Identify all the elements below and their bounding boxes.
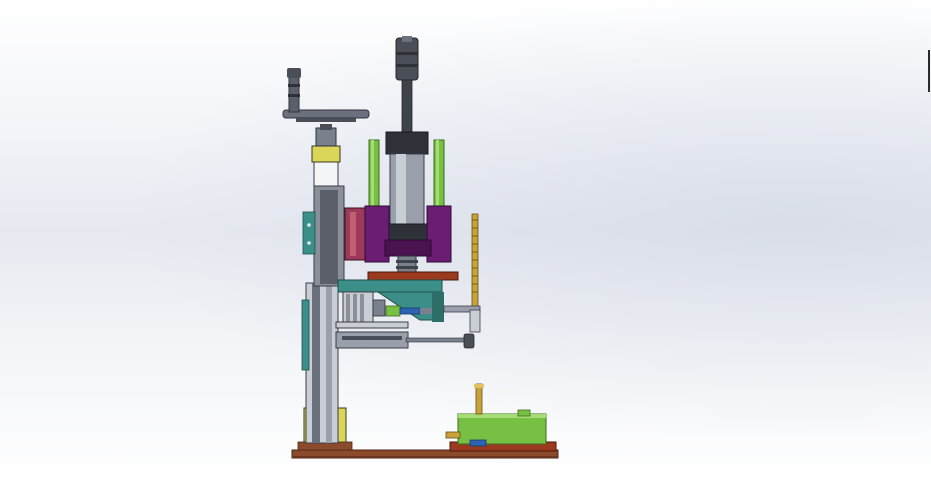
cad-viewport[interactable] — [0, 0, 931, 482]
side-motor[interactable] — [342, 291, 386, 325]
upper-column[interactable] — [302, 159, 345, 287]
vertical-linear-guide[interactable] — [301, 282, 339, 444]
rod-coupling[interactable] — [396, 255, 418, 273]
press-plate[interactable] — [367, 271, 459, 281]
column-collar[interactable] — [311, 124, 341, 163]
fixture-pin[interactable] — [474, 383, 484, 415]
lower-slide-bar[interactable] — [335, 321, 475, 349]
hand-wheel[interactable] — [282, 68, 370, 122]
press-machine-assembly[interactable] — [0, 0, 931, 482]
fixture-box[interactable] — [445, 409, 547, 447]
pneumatic-cylinder[interactable] — [385, 131, 429, 241]
cylinder-piston-rod[interactable] — [395, 36, 419, 135]
